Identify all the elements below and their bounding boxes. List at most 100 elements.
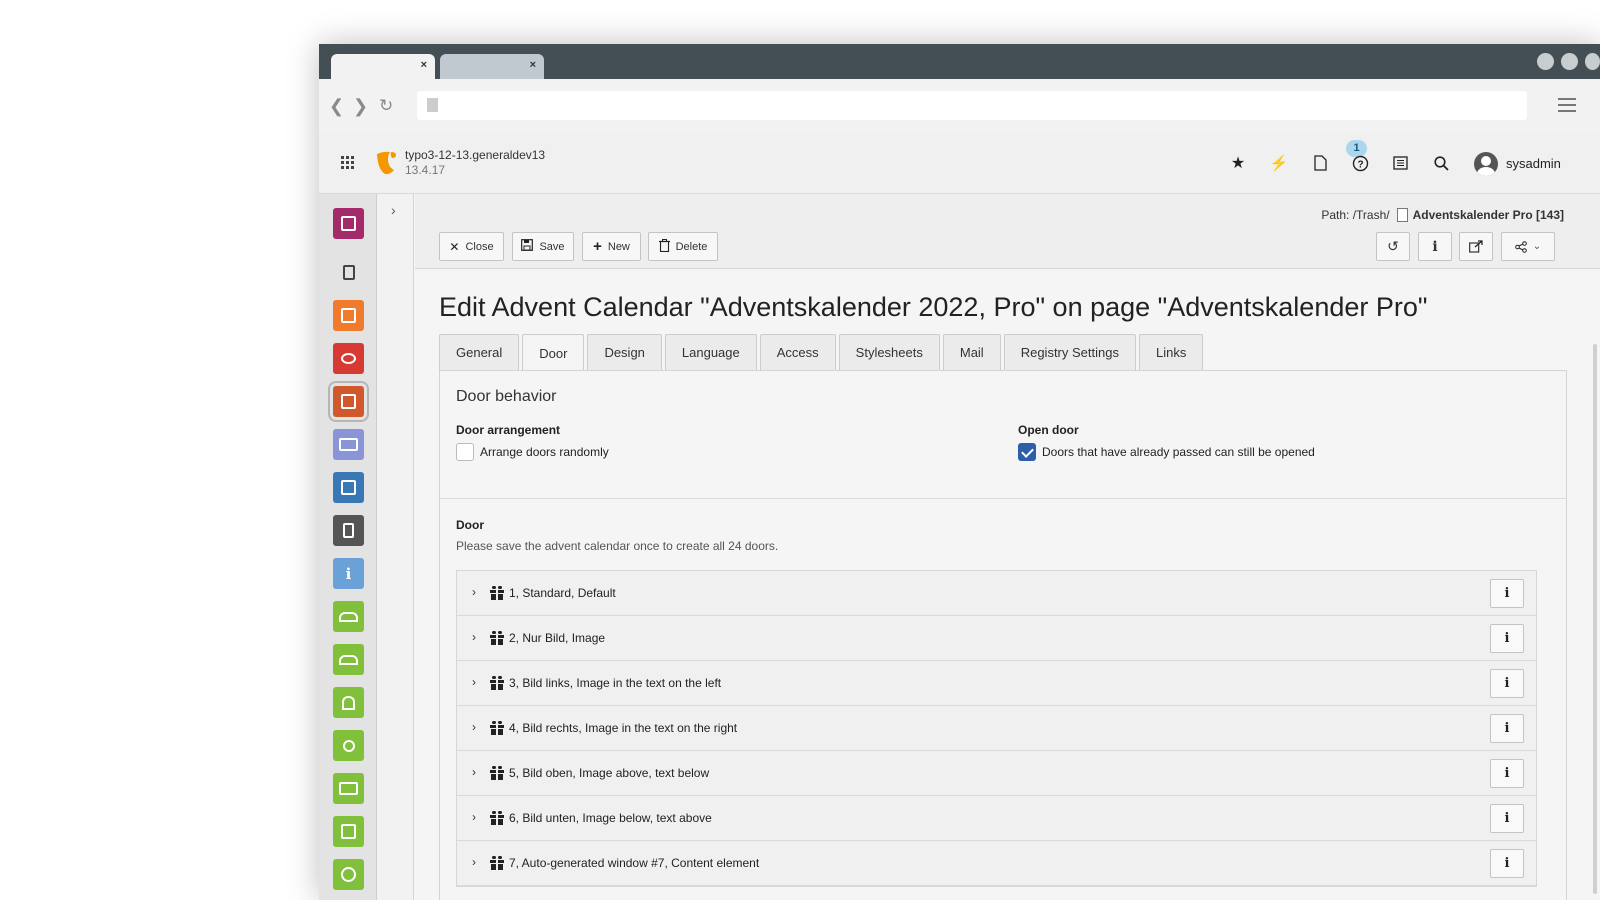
chevron-right-icon[interactable]: › <box>472 810 476 824</box>
passed-doors-label[interactable]: Doors that have already passed can still… <box>1042 445 1315 459</box>
groups2-module-icon[interactable] <box>333 644 364 675</box>
tab-registry-settings[interactable]: Registry Settings <box>1003 334 1136 370</box>
scrollbar[interactable] <box>1593 344 1597 894</box>
user-name[interactable]: sysadmin <box>1506 156 1561 171</box>
trash-icon <box>658 238 670 255</box>
window-close-button[interactable] <box>1585 53 1600 70</box>
door-record-row[interactable]: › 1, Standard, Default i <box>457 571 1536 616</box>
tab-stylesheets[interactable]: Stylesheets <box>838 334 940 370</box>
save-button-label: Save <box>539 240 565 253</box>
door-record-row[interactable]: › 4, Bild rechts, Image in the text on t… <box>457 706 1536 751</box>
flush-cache-icon[interactable]: ⚡ <box>1268 152 1290 174</box>
door-record-label[interactable]: 7, Auto-generated window #7, Content ele… <box>509 856 759 870</box>
door-record-row[interactable]: › 5, Bild oben, Image above, text below … <box>457 751 1536 796</box>
chevron-right-icon[interactable]: › <box>391 202 396 218</box>
chevron-right-icon[interactable]: › <box>472 855 476 869</box>
new-button[interactable]: + New <box>582 232 641 261</box>
share-dropdown-button[interactable]: ⌄ <box>1501 232 1555 261</box>
door-record-label[interactable]: 6, Bild unten, Image below, text above <box>509 811 712 825</box>
window-maximize-button[interactable] <box>1561 53 1578 70</box>
recycler-module-icon[interactable] <box>333 515 364 546</box>
door-record-label[interactable]: 2, Nur Bild, Image <box>509 631 605 645</box>
page-tree-toggle[interactable]: › <box>377 194 414 900</box>
arrange-randomly-checkbox[interactable] <box>456 443 474 461</box>
tab-access[interactable]: Access <box>759 334 836 370</box>
chevron-right-icon[interactable]: › <box>472 585 476 599</box>
view-module-icon[interactable] <box>333 343 364 374</box>
calendar-module-icon[interactable] <box>333 208 364 239</box>
close-button-label: Close <box>465 240 494 253</box>
records-module-icon[interactable] <box>328 381 369 422</box>
chevron-right-icon[interactable]: › <box>472 630 476 644</box>
door-record-label[interactable]: 5, Bild oben, Image above, text below <box>509 766 709 780</box>
check-module-icon[interactable] <box>333 859 364 890</box>
path-label: Path: /Trash/ <box>1321 208 1390 222</box>
info-icon[interactable]: i <box>1418 232 1452 261</box>
user-avatar-icon[interactable] <box>1474 152 1498 176</box>
door-record-row[interactable]: › 6, Bild unten, Image below, text above… <box>457 796 1536 841</box>
door-record-row[interactable]: › 2, Nur Bild, Image i <box>457 616 1536 661</box>
edit-module-icon[interactable] <box>333 816 364 847</box>
chevron-right-icon[interactable]: › <box>472 675 476 689</box>
page-module-icon[interactable] <box>333 257 364 288</box>
tab-links[interactable]: Links <box>1138 334 1204 370</box>
module-menu-toggle-icon[interactable] <box>341 156 355 170</box>
user-module-icon[interactable] <box>333 687 364 718</box>
url-input[interactable] <box>417 91 1527 120</box>
tab-mail[interactable]: Mail <box>942 334 1001 370</box>
forward-arrow-icon[interactable]: ❯ <box>353 96 368 117</box>
browser-menu-icon[interactable] <box>1558 98 1576 116</box>
door-record-row[interactable]: › 3, Bild links, Image in the text on th… <box>457 661 1536 706</box>
door-record-label[interactable]: 1, Standard, Default <box>509 586 616 600</box>
help-icon[interactable]: ? <box>1349 152 1371 174</box>
info-icon[interactable]: i <box>1490 849 1524 878</box>
window-minimize-button[interactable] <box>1537 53 1554 70</box>
site-name: typo3-12-13.generaldev13 <box>405 148 546 162</box>
tab-design[interactable]: Design <box>587 334 662 370</box>
system-information-icon[interactable] <box>1389 152 1411 174</box>
tab-close-icon[interactable]: × <box>421 59 427 71</box>
tab-language[interactable]: Language <box>664 334 757 370</box>
tab-general[interactable]: General <box>439 334 520 370</box>
chevron-right-icon[interactable]: › <box>472 720 476 734</box>
info-module-icon[interactable]: i <box>333 558 364 589</box>
door-record-row[interactable]: › 7, Auto-generated window #7, Content e… <box>457 841 1536 886</box>
door-record-label[interactable]: 4, Bild rechts, Image in the text on the… <box>509 721 737 735</box>
search-icon[interactable] <box>1430 152 1452 174</box>
info-icon[interactable]: i <box>1490 804 1524 833</box>
form-module-icon[interactable] <box>333 472 364 503</box>
award-module-icon[interactable] <box>333 730 364 761</box>
door-list: › 1, Standard, Default i › 2, Nur Bild, … <box>456 570 1537 887</box>
typo3-logo-icon[interactable] <box>375 151 397 175</box>
browser-tab-inactive[interactable]: × <box>440 54 544 79</box>
news-module-icon[interactable] <box>333 429 364 460</box>
section-divider <box>440 498 1566 499</box>
bookmark-star-icon[interactable]: ★ <box>1227 152 1249 174</box>
door-record-label[interactable]: 3, Bild links, Image in the text on the … <box>509 676 721 690</box>
open-external-icon[interactable] <box>1459 232 1493 261</box>
delete-button[interactable]: Delete <box>648 232 718 261</box>
arrange-randomly-label[interactable]: Arrange doors randomly <box>480 445 609 459</box>
chevron-right-icon[interactable]: › <box>472 765 476 779</box>
info-icon[interactable]: i <box>1490 669 1524 698</box>
info-icon[interactable]: i <box>1490 714 1524 743</box>
opendocs-icon[interactable] <box>1309 152 1331 174</box>
save-button[interactable]: Save <box>512 232 574 261</box>
close-button[interactable]: ✕ Close <box>439 232 504 261</box>
browser-tabstrip: × × <box>319 44 1600 79</box>
groups-module-icon[interactable] <box>333 601 364 632</box>
browser-tab-active[interactable]: × <box>331 54 435 79</box>
contact-card-module-icon[interactable] <box>333 773 364 804</box>
share-icon <box>1514 240 1527 253</box>
tab-door[interactable]: Door <box>522 334 585 371</box>
info-icon[interactable]: i <box>1490 579 1524 608</box>
reload-icon[interactable]: ↻ <box>379 96 393 116</box>
tab-close-icon[interactable]: × <box>530 59 536 71</box>
back-arrow-icon[interactable]: ❮ <box>329 96 344 117</box>
passed-doors-checkbox[interactable] <box>1018 443 1036 461</box>
page-icon <box>1396 208 1408 222</box>
info-icon[interactable]: i <box>1490 759 1524 788</box>
info-icon[interactable]: i <box>1490 624 1524 653</box>
history-icon[interactable]: ↺ <box>1376 232 1410 261</box>
list-module-icon[interactable] <box>333 300 364 331</box>
